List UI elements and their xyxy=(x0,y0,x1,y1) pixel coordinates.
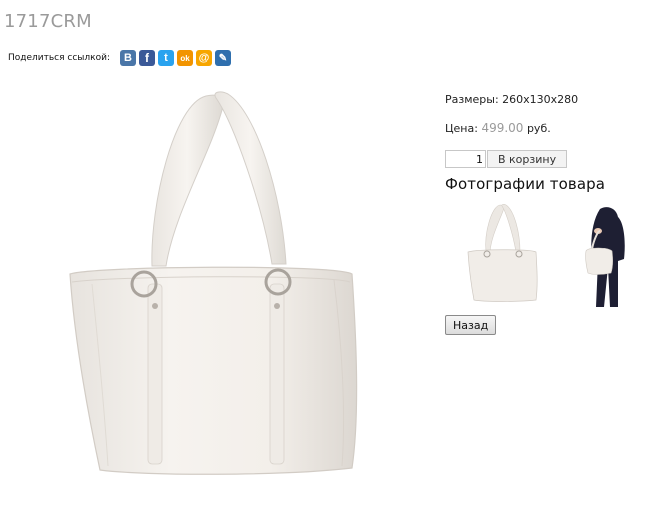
price-value: 499.00 xyxy=(481,121,524,135)
product-dimensions: Размеры: 260x130x280 xyxy=(445,93,579,106)
photos-heading: Фотографии товара xyxy=(445,175,606,193)
product-info: Размеры: 260x130x280 Цена: 499.00 руб. В… xyxy=(445,93,650,309)
price-currency: руб. xyxy=(526,122,551,135)
handbag-photo xyxy=(69,91,358,475)
product-title: 1717CRM xyxy=(4,11,92,32)
facebook-icon[interactable]: f xyxy=(138,50,155,66)
share-bar: Поделиться ссылкой: B f t ok @ ✎ xyxy=(8,50,231,66)
share-label: Поделиться ссылкой: xyxy=(8,53,110,63)
livejournal-icon[interactable]: ✎ xyxy=(214,50,231,66)
price-row: Цена: 499.00 руб. xyxy=(445,121,650,135)
twitter-icon[interactable]: t xyxy=(157,50,174,66)
add-to-cart-button[interactable]: В корзину xyxy=(487,150,568,168)
thumbnail-model-photo xyxy=(585,207,625,307)
thumbnail-bag-model[interactable] xyxy=(578,201,632,309)
share-icons: B f t ok @ ✎ xyxy=(119,50,231,66)
thumbnail-bag-photo xyxy=(467,204,538,302)
quantity-input[interactable] xyxy=(445,150,486,168)
vkontakte-icon[interactable]: B xyxy=(119,50,136,66)
thumbnail-bag-front[interactable] xyxy=(458,202,544,306)
odnoklassniki-icon[interactable]: ok xyxy=(176,50,193,66)
photo-thumbnails xyxy=(445,199,650,309)
price-label: Цена: xyxy=(445,122,478,135)
product-main-image[interactable] xyxy=(34,84,426,490)
back-button[interactable]: Назад xyxy=(445,315,497,335)
mailru-icon[interactable]: @ xyxy=(195,50,212,66)
add-to-cart-form: В корзину xyxy=(445,150,650,168)
